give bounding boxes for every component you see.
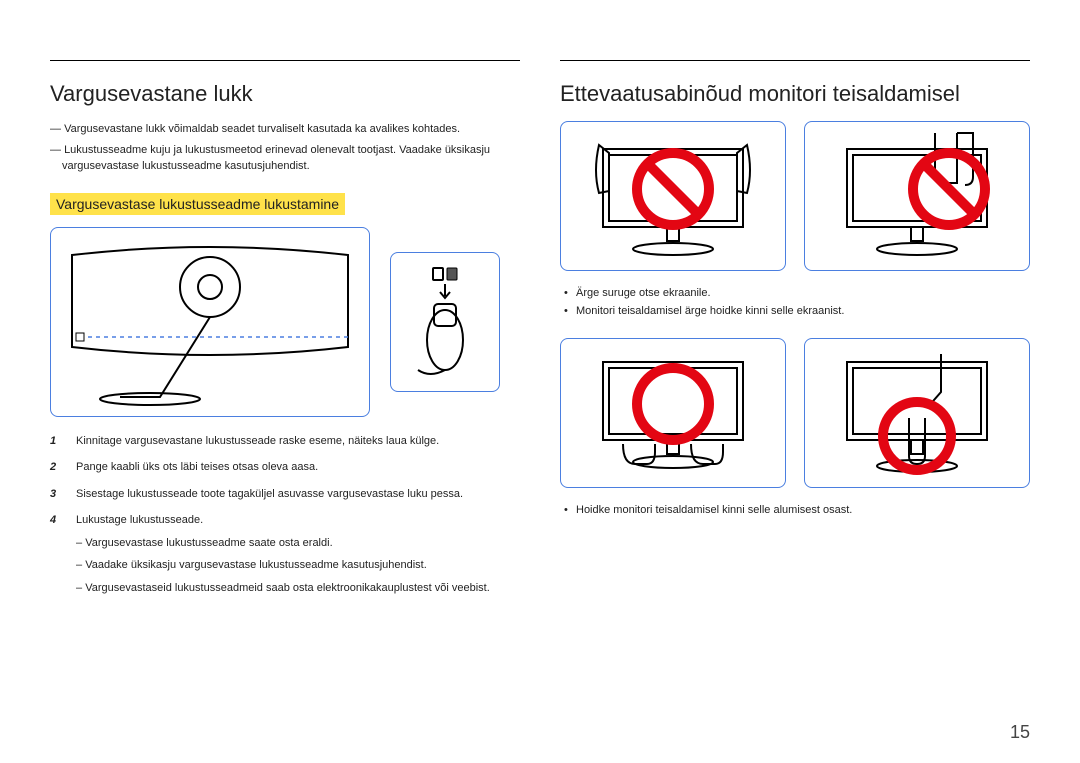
bottom-bullet-list: Hoidke monitori teisaldamisel kinni sell…: [560, 502, 1030, 520]
step-number: 2: [50, 459, 62, 476]
bullet-item: Monitori teisaldamisel ärge hoidke kinni…: [560, 303, 1030, 321]
step-body: Lukustage lukustusseade. Vargusevastase …: [76, 512, 490, 596]
lock-illustration: [400, 262, 490, 382]
step-number: 1: [50, 433, 62, 450]
step-text: Lukustage lukustusseade.: [76, 512, 490, 529]
figure-row: [50, 227, 520, 417]
left-heading: Vargusevastane lukk: [50, 81, 520, 107]
hold-bottom-figure: [560, 338, 786, 488]
monitor-hold-bottom-illustration: [573, 348, 773, 478]
dont-hold-screen-figure: [804, 121, 1030, 271]
step-number: 3: [50, 486, 62, 503]
right-column: Ettevaatusabinõud monitori teisaldamisel: [560, 60, 1030, 606]
bullet-item: Ärge suruge otse ekraanile.: [560, 285, 1030, 303]
two-column-layout: Vargusevastane lukk Vargusevastane lukk …: [50, 60, 1030, 606]
step-sub: Vargusevastase lukustusseadme saate osta…: [76, 535, 490, 552]
step-number: 4: [50, 512, 62, 596]
step-text: Sisestage lukustusseade toote tagaküljel…: [76, 486, 463, 503]
precaution-grid-top: [560, 121, 1030, 271]
steps-list: 1 Kinnitage vargusevastane lukustusseade…: [50, 433, 520, 597]
step-sub: Vaadake üksikasju vargusevastase lukustu…: [76, 557, 490, 574]
page-number: 15: [1010, 722, 1030, 743]
dont-press-screen-figure: [560, 121, 786, 271]
step: 1 Kinnitage vargusevastane lukustusseade…: [50, 433, 520, 450]
monitor-back-illustration: [60, 237, 360, 407]
right-heading: Ettevaatusabinõud monitori teisaldamisel: [560, 81, 1030, 107]
rule: [560, 60, 1030, 61]
top-bullet-list: Ärge suruge otse ekraanile. Monitori tei…: [560, 285, 1030, 320]
monitor-back-figure: [50, 227, 370, 417]
intro-item: Vargusevastane lukk võimaldab seadet tur…: [50, 121, 520, 138]
step-text: Kinnitage vargusevastane lukustusseade r…: [76, 433, 439, 450]
step: 3 Sisestage lukustusseade toote tagakülj…: [50, 486, 520, 503]
left-subheading: Vargusevastase lukustusseadme lukustamin…: [50, 193, 345, 215]
monitor-grip-screen-illustration: [817, 131, 1017, 261]
step-text: Pange kaabli üks ots läbi teises otsas o…: [76, 459, 318, 476]
step: 2 Pange kaabli üks ots läbi teises otsas…: [50, 459, 520, 476]
monitor-with-hands-illustration: [573, 131, 773, 261]
precaution-grid-bottom: [560, 338, 1030, 488]
bullet-item: Hoidke monitori teisaldamisel kinni sell…: [560, 502, 1030, 520]
step: 4 Lukustage lukustusseade. Vargusevastas…: [50, 512, 520, 596]
intro-item: Lukustusseadme kuju ja lukustusmeetod er…: [50, 142, 520, 175]
step-sub: Vargusevastaseid lukustusseadmeid saab o…: [76, 580, 490, 597]
intro-list: Vargusevastane lukk võimaldab seadet tur…: [50, 121, 520, 175]
hold-stand-figure: [804, 338, 1030, 488]
lock-inset-figure: [390, 252, 500, 392]
monitor-hold-stand-illustration: [817, 348, 1017, 478]
rule: [50, 60, 520, 61]
left-column: Vargusevastane lukk Vargusevastane lukk …: [50, 60, 520, 606]
